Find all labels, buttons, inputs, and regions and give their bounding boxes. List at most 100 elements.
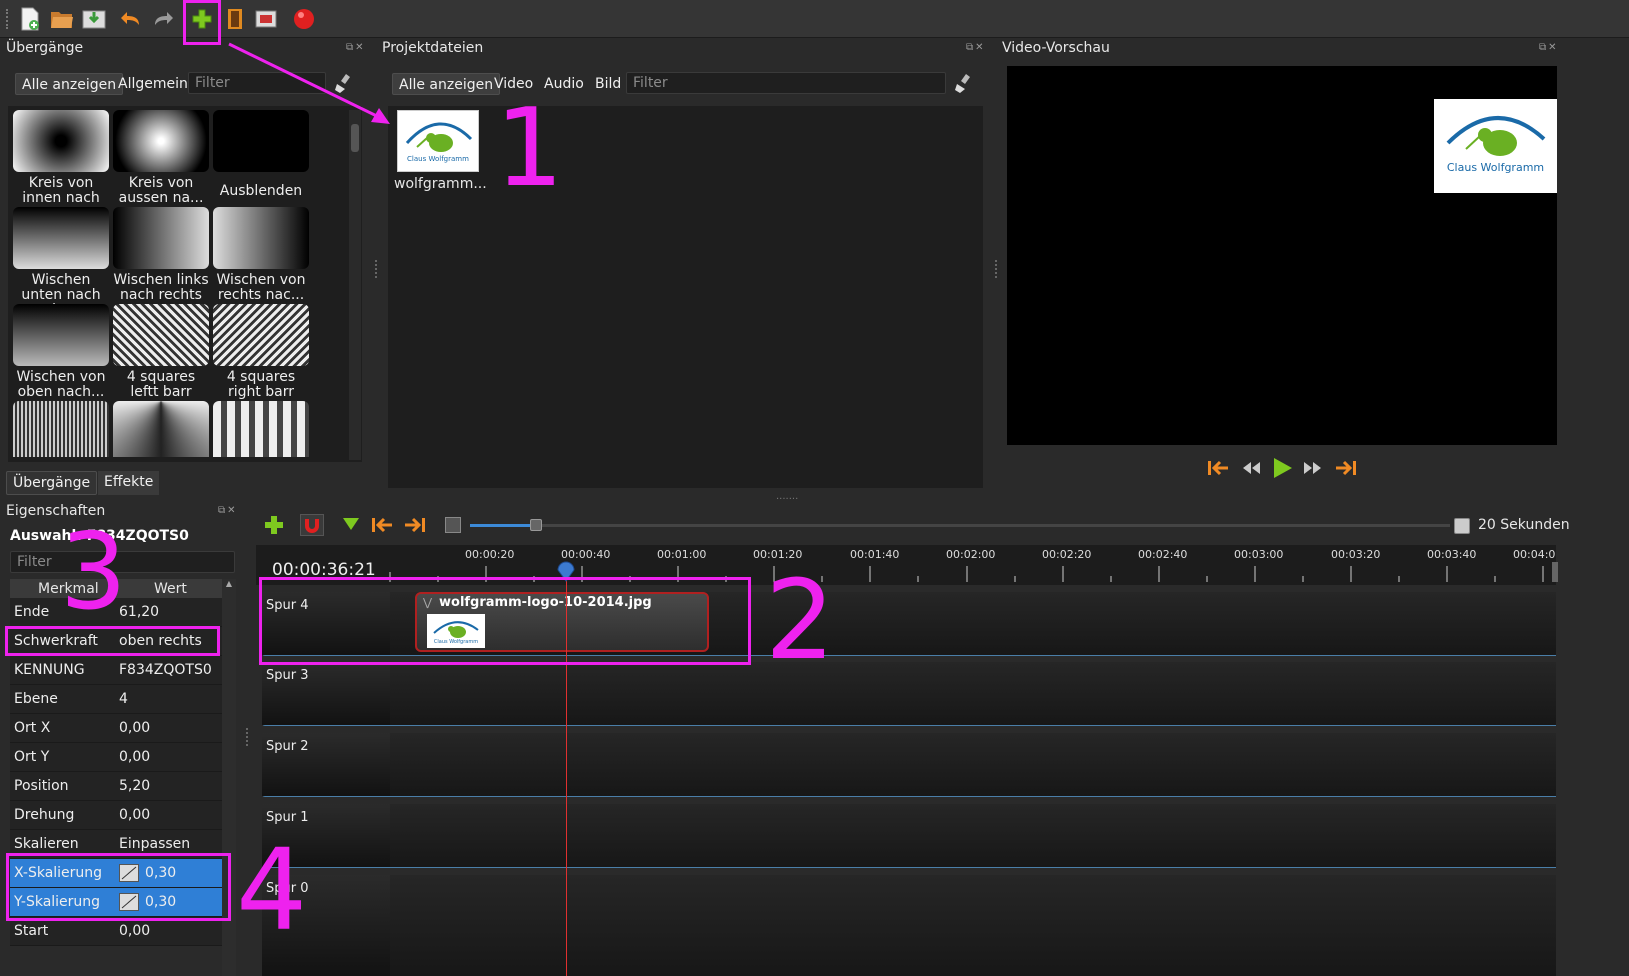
transition-thumbnail [113,207,209,269]
property-value[interactable]: 0,00 [119,807,150,823]
annotation-number: 2 [765,556,835,684]
dock-float-close-icons[interactable]: ⧉✕ [966,42,986,53]
transition-item[interactable] [11,401,111,457]
splitter-handle[interactable] [995,260,997,278]
rewind-icon[interactable] [1240,458,1262,482]
transition-label: 4 squares leftt barr [126,369,196,400]
fullscreen-icon[interactable] [252,5,280,33]
project-file-item[interactable]: Claus Wolfgramm wolfgramm... [394,110,487,192]
property-value[interactable]: Einpassen [119,836,190,852]
record-icon[interactable] [290,5,318,33]
property-key: Ort Y [14,749,50,765]
transition-thumbnail [213,304,309,366]
redo-icon[interactable] [149,5,177,33]
ruler-label: 00:03:20 [1331,548,1381,561]
transition-item[interactable]: Kreis von aussen na... [111,110,211,206]
transition-item[interactable]: Wischen von oben nach... [11,304,111,400]
undo-icon[interactable] [117,5,145,33]
zoom-slider[interactable] [470,519,1450,531]
track-row[interactable]: Spur 2 [262,733,1556,797]
save-icon[interactable] [80,5,108,33]
zoom-in-icon[interactable] [1454,518,1470,534]
clear-filter-icon[interactable] [954,72,974,98]
dock-float-close-icons[interactable]: ⧉✕ [1539,42,1559,53]
open-folder-icon[interactable] [48,5,76,33]
track-header[interactable]: Spur 3 [262,662,390,725]
property-value[interactable]: 5,20 [119,778,150,794]
annotation-box-import [183,0,221,45]
transition-item[interactable]: 4 squares right barr [211,304,311,400]
zoom-slider-handle[interactable] [530,519,542,531]
dock-float-close-icons[interactable]: ⧉✕ [218,505,238,516]
zoom-level-label: 20 Sekunden [1478,517,1570,533]
transition-item[interactable] [111,401,211,457]
tab-effects[interactable]: Effekte [98,471,160,495]
property-value[interactable]: 4 [119,691,128,707]
next-marker-icon[interactable] [403,515,427,539]
property-row[interactable]: KENNUNG F834ZQOTS0 [10,656,222,685]
zoom-out-icon[interactable] [445,517,461,533]
property-value[interactable]: 0,00 [119,749,150,765]
fast-forward-icon[interactable] [1302,458,1324,482]
transitions-grid: Kreis von innen nach aussen Kreis von au… [8,106,362,462]
transition-item[interactable]: Wischen unten nach oben [11,207,111,318]
jump-end-icon[interactable] [1334,458,1358,482]
transition-label: 4 squares right barr [226,369,296,400]
toolbar-grip [6,9,10,29]
splitter-handle[interactable]: ······· [776,494,798,505]
property-key: Skalieren [14,836,79,852]
property-value[interactable]: F834ZQOTS0 [119,662,212,678]
property-row[interactable]: Drehung 0,00 [10,801,222,830]
transitions-tab-all[interactable]: Alle anzeigen [15,73,124,95]
annotation-number: 3 [60,511,127,633]
files-tab-all[interactable]: Alle anzeigen [392,73,501,95]
column-header-value[interactable]: Wert [154,581,187,597]
files-filter-input[interactable]: Filter [626,72,946,94]
track-row[interactable]: Spur 0 [262,875,1556,976]
ruler-label: 00:01:00 [657,548,707,561]
track-row[interactable]: Spur 1 [262,804,1556,868]
property-row[interactable]: Ort X 0,00 [10,714,222,743]
property-value[interactable]: 0,00 [119,720,150,736]
transition-item[interactable]: 4 squares leftt barr [111,304,211,400]
project-files-list: Claus Wolfgramm wolfgramm... [388,106,983,488]
track-header[interactable]: Spur 2 [262,733,390,796]
annotation-box-gravity [5,626,220,656]
property-row[interactable]: Ebene 4 [10,685,222,714]
property-row[interactable]: Position 5,20 [10,772,222,801]
main-toolbar [0,0,1629,38]
splitter-handle[interactable] [246,728,248,746]
zoom-slider-fill [470,524,534,527]
transition-item[interactable]: Kreis von innen nach aussen [11,110,111,221]
property-row[interactable]: Ort Y 0,00 [10,743,222,772]
add-track-icon[interactable] [263,514,285,540]
property-row[interactable]: Start 0,00 [10,917,222,946]
transitions-scrollbar[interactable] [349,110,361,460]
previous-marker-icon[interactable] [370,515,394,539]
add-marker-icon[interactable] [341,516,361,538]
transition-label: Wischen von oben nach... [16,369,106,400]
track-name: Spur 3 [266,668,309,683]
video-preview-canvas: Claus Wolfgramm [1007,66,1557,445]
transition-item[interactable] [211,401,311,457]
logo-text: Claus Wolfgramm [1446,161,1545,174]
transition-label: Kreis von aussen na... [118,175,204,206]
files-tab-image[interactable]: Bild [589,73,627,95]
transition-item[interactable]: Wischen von rechts nac... [211,207,311,303]
new-file-icon[interactable] [16,5,44,33]
property-value[interactable]: 0,00 [119,923,150,939]
property-key: Ebene [14,691,58,707]
transition-thumbnail [213,401,309,457]
snap-magnet-icon[interactable] [300,514,324,536]
track-row[interactable]: Spur 3 [262,662,1556,726]
ruler-label: 00:03:00 [1234,548,1284,561]
transition-item[interactable]: Wischen links nach rechts [111,207,211,303]
track-name: Spur 1 [266,810,309,825]
profile-icon[interactable] [221,5,249,33]
jump-start-icon[interactable] [1206,458,1230,482]
tab-transitions[interactable]: Übergänge [6,471,98,495]
track-name: Spur 2 [266,739,309,754]
splitter-handle[interactable] [375,260,377,278]
transitions-tab-general[interactable]: Allgemein [112,73,194,95]
play-icon[interactable] [1270,456,1294,484]
